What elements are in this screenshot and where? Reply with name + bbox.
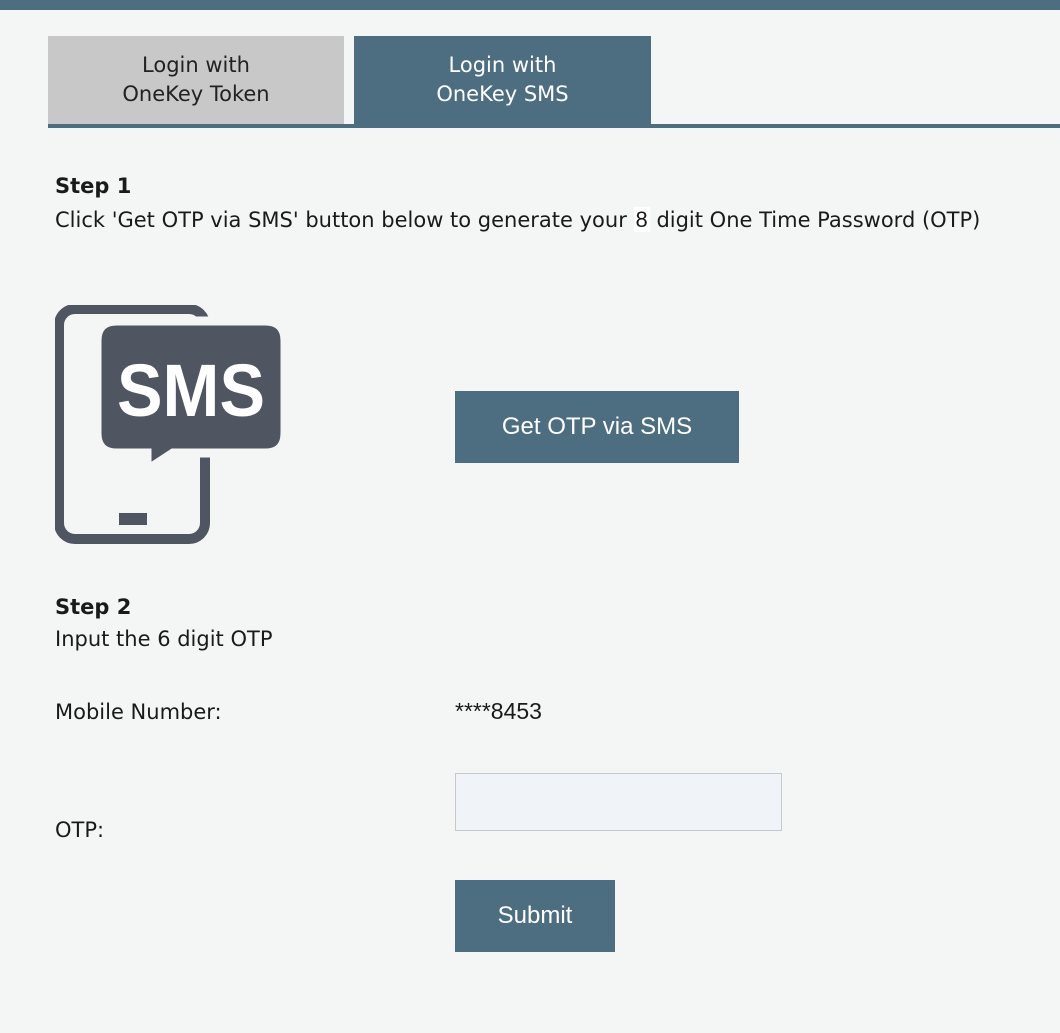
otp-label: OTP: — [55, 818, 105, 842]
otp-input[interactable] — [455, 773, 782, 831]
tab-underline — [48, 124, 1060, 128]
sms-phone-icon: SMS — [55, 305, 290, 544]
tab-onekey-sms-label: Login with OneKey SMS — [436, 53, 569, 106]
mobile-number-value: ****8453 — [455, 698, 542, 724]
tab-onekey-token-label: Login with OneKey Token — [122, 53, 270, 106]
sms-icon-text: SMS — [117, 349, 265, 432]
step-1-text-before: Click 'Get OTP via SMS' button below to … — [55, 208, 634, 232]
step-1-instructions: Click 'Get OTP via SMS' button below to … — [55, 205, 1045, 235]
step-2-title: Step 2 — [55, 595, 132, 619]
login-method-tabs: Login with OneKey Token Login with OneKe… — [48, 36, 1060, 130]
step-1-text-after: digit One Time Password (OTP) — [649, 208, 981, 232]
submit-button[interactable]: Submit — [455, 880, 615, 952]
step-1-title: Step 1 — [55, 174, 132, 198]
tab-onekey-token[interactable]: Login with OneKey Token — [48, 36, 344, 124]
otp-digit-count: 8 — [633, 207, 650, 232]
step-2-instructions: Input the 6 digit OTP — [55, 627, 273, 651]
mobile-number-label: Mobile Number: — [55, 700, 222, 724]
tab-onekey-sms[interactable]: Login with OneKey SMS — [354, 36, 651, 124]
get-otp-button[interactable]: Get OTP via SMS — [455, 391, 739, 463]
top-rule — [0, 0, 1060, 10]
